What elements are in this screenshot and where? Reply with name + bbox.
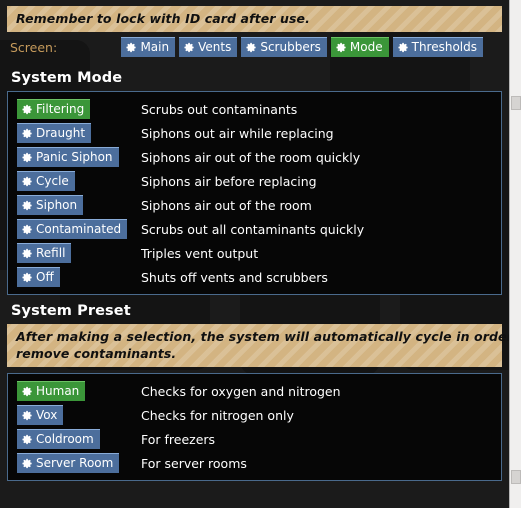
- system-mode-description: Siphons air before replacing: [141, 173, 317, 189]
- gear-icon: [22, 152, 33, 163]
- system-preset-description: For freezers: [141, 431, 216, 447]
- button-label: Draught: [36, 126, 86, 140]
- gear-icon: [22, 434, 33, 445]
- system-preset-heading: System Preset: [11, 303, 131, 319]
- scrollbar-thumb[interactable]: [511, 96, 521, 110]
- system-mode-siphon-button[interactable]: Siphon: [17, 195, 84, 215]
- header-notice-banner: Remember to lock with ID card after use.: [7, 6, 502, 32]
- screen-label: Screen:: [10, 39, 58, 55]
- system-preset-description: For server rooms: [141, 455, 247, 471]
- gear-icon: [22, 248, 33, 259]
- system-mode-draught-button[interactable]: Draught: [17, 123, 92, 143]
- gear-icon: [22, 104, 33, 115]
- gear-icon: [22, 200, 33, 211]
- system-mode-row: Panic Siphon Siphons air out of the room …: [8, 145, 501, 169]
- button-label: Coldroom: [36, 432, 94, 446]
- button-label: Server Room: [36, 456, 114, 470]
- gear-icon: [126, 42, 137, 53]
- button-label: Main: [140, 40, 170, 54]
- system-mode-row: Draught Siphons out air while replacing: [8, 121, 501, 145]
- screen-nav-vents-button[interactable]: Vents: [179, 37, 238, 57]
- system-mode-description: Siphons air out of the room quickly: [141, 149, 361, 165]
- gear-icon: [336, 42, 347, 53]
- button-label: Thresholds: [411, 40, 477, 54]
- button-label: Filtering: [36, 102, 85, 116]
- button-label: Panic Siphon: [36, 150, 113, 164]
- button-label: Off: [36, 270, 54, 284]
- system-preset-row: Server Room For server rooms: [8, 451, 501, 475]
- system-mode-contaminated-button[interactable]: Contaminated: [17, 219, 128, 239]
- system-mode-refill-button[interactable]: Refill: [17, 243, 72, 263]
- system-mode-cycle-button[interactable]: Cycle: [17, 171, 75, 191]
- gear-icon: [184, 42, 195, 53]
- button-label: Scrubbers: [260, 40, 321, 54]
- preset-notice-line-1: After making a selection, the system wil…: [16, 329, 509, 344]
- vertical-scrollbar[interactable]: [509, 0, 521, 508]
- system-preset-coldroom-button[interactable]: Coldroom: [17, 429, 100, 449]
- system-mode-description: Triples vent output: [141, 245, 259, 261]
- system-preset-description: Checks for oxygen and nitrogen: [141, 383, 341, 399]
- system-mode-description: Siphons air out of the room: [141, 197, 312, 213]
- system-mode-description: Scrubs out contaminants: [141, 101, 298, 117]
- gear-icon: [22, 272, 33, 283]
- system-mode-row: Cycle Siphons air before replacing: [8, 169, 501, 193]
- preset-notice-line-2: remove contaminants.: [16, 346, 177, 361]
- system-preset-vox-button[interactable]: Vox: [17, 405, 64, 425]
- button-label: Human: [36, 384, 80, 398]
- screen-nav-main-button[interactable]: Main: [121, 37, 176, 57]
- system-mode-description: Scrubs out all contaminants quickly: [141, 221, 365, 237]
- gear-icon: [22, 386, 33, 397]
- gear-icon: [246, 42, 257, 53]
- system-mode-row: Contaminated Scrubs out all contaminants …: [8, 217, 501, 241]
- button-label: Cycle: [36, 174, 69, 188]
- system-preset-server-room-button[interactable]: Server Room: [17, 453, 120, 473]
- preset-notice-banner: After making a selection, the system wil…: [7, 324, 509, 367]
- system-preset-description: Checks for nitrogen only: [141, 407, 294, 423]
- system-preset-row: Human Checks for oxygen and nitrogen: [8, 379, 501, 403]
- screen-nav-row: Screen: Main Vents Scrubbers Mode Thresholds: [7, 32, 502, 62]
- screen-nav-thresholds-button[interactable]: Thresholds: [392, 37, 483, 57]
- header-notice-line: Remember to lock with ID card after use.: [16, 11, 310, 26]
- gear-icon: [22, 176, 33, 187]
- system-mode-panel: Filtering Scrubs out contaminants Draught S…: [7, 91, 502, 295]
- system-preset-row: Vox Checks for nitrogen only: [8, 403, 501, 427]
- air-alarm-panel: Remember to lock with ID card after use.…: [0, 0, 509, 508]
- screen-nav-buttons: Main Vents Scrubbers Mode Thresholds: [121, 37, 502, 57]
- gear-icon: [22, 458, 33, 469]
- gear-icon: [398, 42, 409, 53]
- system-preset-row: Coldroom For freezers: [8, 427, 501, 451]
- system-mode-row: Off Shuts off vents and scrubbers: [8, 265, 501, 289]
- gear-icon: [22, 410, 33, 421]
- system-mode-description: Siphons out air while replacing: [141, 125, 334, 141]
- system-mode-row: Siphon Siphons air out of the room: [8, 193, 501, 217]
- button-label: Contaminated: [36, 222, 122, 236]
- screen-nav-scrubbers-button[interactable]: Scrubbers: [241, 37, 327, 57]
- gear-icon: [22, 128, 33, 139]
- button-label: Mode: [349, 40, 383, 54]
- system-mode-off-button[interactable]: Off: [17, 267, 60, 287]
- system-mode-heading: System Mode: [11, 70, 123, 86]
- button-label: Siphon: [36, 198, 78, 212]
- system-preset-panel: Human Checks for oxygen and nitrogen Vox Ch…: [7, 373, 502, 481]
- system-mode-row: Refill Triples vent output: [8, 241, 501, 265]
- button-label: Vox: [36, 408, 58, 422]
- system-mode-filtering-button[interactable]: Filtering: [17, 99, 91, 119]
- scrollbar-thumb-lower[interactable]: [511, 470, 521, 484]
- system-preset-human-button[interactable]: Human: [17, 381, 86, 401]
- system-mode-panic-siphon-button[interactable]: Panic Siphon: [17, 147, 119, 167]
- system-mode-description: Shuts off vents and scrubbers: [141, 269, 328, 285]
- button-label: Vents: [198, 40, 232, 54]
- system-mode-row: Filtering Scrubs out contaminants: [8, 97, 501, 121]
- gear-icon: [22, 224, 33, 235]
- button-label: Refill: [36, 246, 66, 260]
- screen-nav-mode-button[interactable]: Mode: [330, 37, 389, 57]
